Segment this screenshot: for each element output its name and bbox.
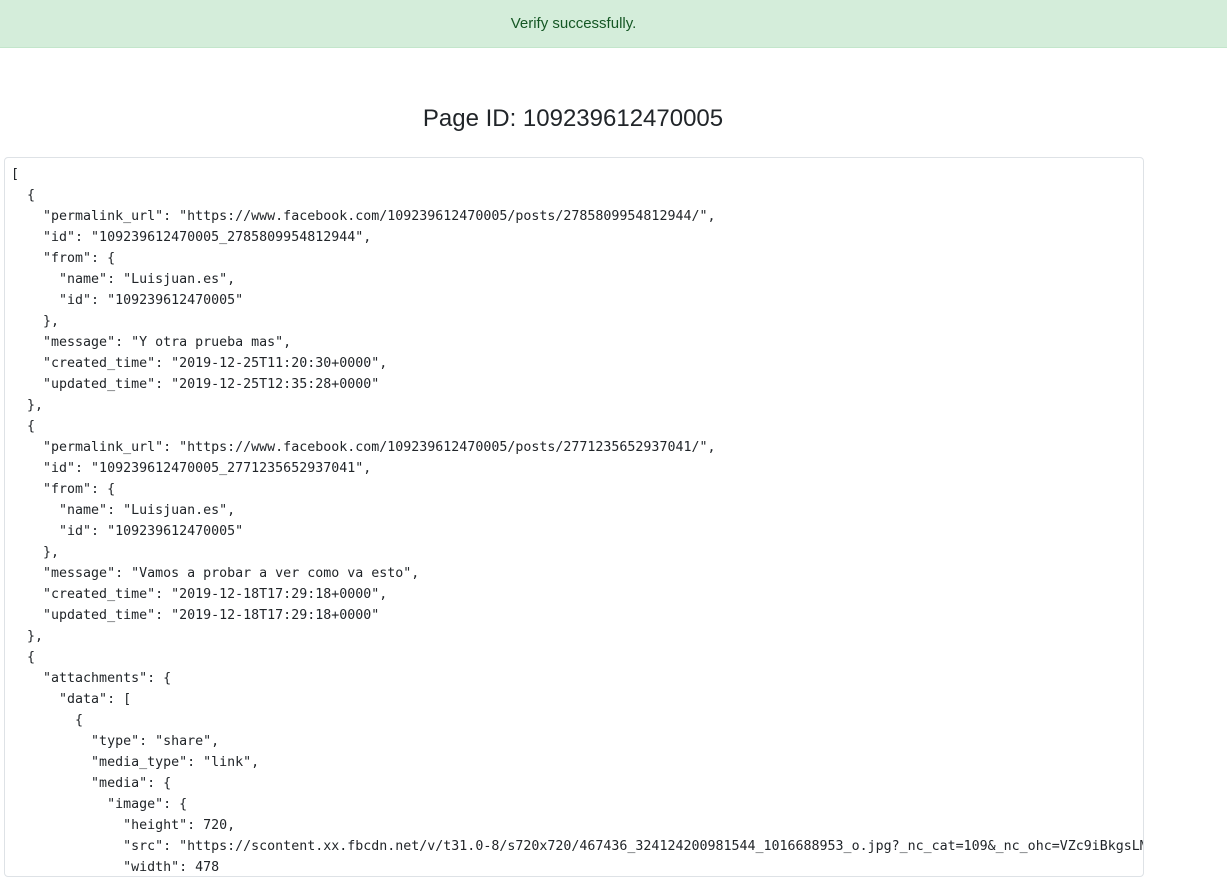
json-output-panel[interactable]: [ { "permalink_url": "https://www.facebo… [4,157,1144,877]
page-title: Page ID: 109239612470005 [422,105,724,132]
alert-message: Verify successfully. [510,15,637,32]
success-alert: Verify successfully. [0,0,1227,48]
json-output-text: [ { "permalink_url": "https://www.facebo… [11,167,1144,875]
